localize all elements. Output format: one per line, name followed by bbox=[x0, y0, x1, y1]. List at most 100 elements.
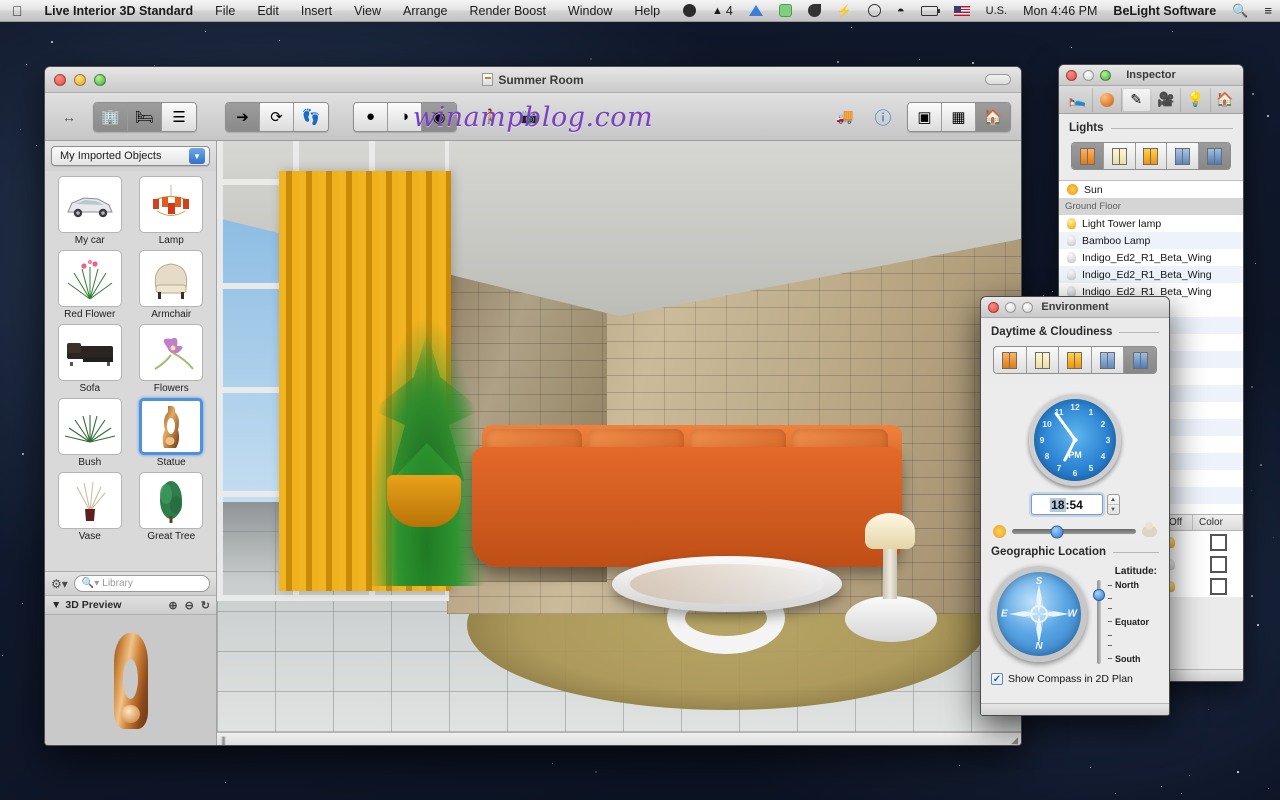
flat-sphere-icon[interactable]: ● bbox=[354, 102, 388, 131]
google-drive-icon[interactable] bbox=[741, 5, 771, 16]
time-stepper[interactable]: ▲ ▼ bbox=[1106, 494, 1120, 515]
list-outline-icon[interactable]: ☰ bbox=[162, 102, 196, 131]
inspector-preset-day[interactable] bbox=[1103, 143, 1136, 169]
cloudiness-slider-knob[interactable] bbox=[1050, 525, 1064, 538]
walking-person-icon[interactable]: 🚶 bbox=[477, 104, 505, 130]
library-item-red-flower[interactable]: Red Flower bbox=[51, 250, 129, 320]
inspector-preset-sunset[interactable] bbox=[1135, 143, 1168, 169]
stepper-up-icon[interactable]: ▲ bbox=[1107, 495, 1119, 505]
env-preset-night[interactable] bbox=[1091, 347, 1125, 373]
inspector-preset-custom-time[interactable] bbox=[1199, 143, 1230, 169]
apple-icon[interactable]:  bbox=[0, 4, 34, 18]
leaf-icon[interactable] bbox=[800, 4, 829, 17]
rotate-icon[interactable]: ↻ bbox=[201, 599, 210, 612]
color-swatch[interactable] bbox=[1209, 533, 1227, 551]
adobe-icon[interactable]: ▲ 4 bbox=[704, 4, 741, 18]
inspector-light-list[interactable]: Sun Ground Floor Light Tower lamp Bamboo… bbox=[1059, 180, 1243, 300]
menu-item-arrange[interactable]: Arrange bbox=[392, 4, 458, 18]
camera-icon[interactable]: 📷 bbox=[515, 104, 543, 130]
info-icon[interactable]: ⓘ bbox=[869, 104, 897, 130]
armchair-icon[interactable]: 🛏 bbox=[128, 102, 162, 131]
library-item-sofa[interactable]: Sofa bbox=[51, 324, 129, 394]
menu-item-help[interactable]: Help bbox=[623, 4, 671, 18]
search-icon[interactable]: 🔍 bbox=[1224, 3, 1256, 19]
tab-site[interactable]: 🏠 bbox=[1211, 88, 1240, 112]
stepper-down-icon[interactable]: ▼ bbox=[1108, 505, 1119, 514]
tab-camera[interactable]: 🎥 bbox=[1152, 87, 1181, 112]
compass-icon[interactable]: S E W N bbox=[991, 566, 1087, 662]
time-machine-icon[interactable] bbox=[860, 4, 889, 17]
library-item-my-car[interactable]: My car bbox=[51, 176, 129, 246]
cloudiness-slider[interactable] bbox=[1012, 525, 1136, 538]
viewport-bottom-bar[interactable]: ||| ◢ bbox=[217, 732, 1021, 746]
zoom-in-icon[interactable]: ⊕ bbox=[168, 599, 177, 612]
collection-popup-button[interactable]: My Imported Objects ▼ bbox=[51, 146, 210, 166]
color-swatch[interactable] bbox=[1209, 577, 1227, 595]
gear-icon[interactable]: ⚙▾ bbox=[51, 577, 68, 591]
footsteps-icon[interactable]: 👣 bbox=[294, 102, 328, 131]
list-item[interactable]: Indigo_Ed2_R1_Beta_Wing bbox=[1059, 249, 1243, 266]
building-icon[interactable]: 🏢 bbox=[94, 102, 128, 131]
library-item-great-tree[interactable]: Great Tree bbox=[133, 472, 211, 542]
tab-edit[interactable]: ✎ bbox=[1122, 87, 1152, 112]
package-icon[interactable] bbox=[771, 4, 800, 17]
cursor-icon[interactable]: ➔ bbox=[226, 102, 260, 131]
menu-app-name[interactable]: Live Interior 3D Standard bbox=[34, 4, 205, 18]
inspector-title-bar[interactable]: Inspector bbox=[1059, 65, 1243, 86]
library-item-statue[interactable]: Statue bbox=[133, 398, 211, 468]
window-resize-handle-icon[interactable]: ◢ bbox=[1011, 735, 1021, 746]
chevron-down-icon[interactable]: ▼ bbox=[189, 148, 205, 164]
environment-title-bar[interactable]: Environment bbox=[981, 297, 1169, 318]
latitude-slider[interactable] bbox=[1092, 580, 1105, 664]
tab-material[interactable] bbox=[1093, 87, 1122, 112]
list-item[interactable]: Sun bbox=[1059, 181, 1243, 198]
library-item-lamp[interactable]: Lamp bbox=[133, 176, 211, 246]
left-right-arrows-icon[interactable]: ↔ bbox=[55, 104, 83, 130]
menu-item-file[interactable]: File bbox=[204, 4, 246, 18]
time-minutes-segment[interactable]: :54 bbox=[1066, 498, 1083, 512]
zoom-out-icon[interactable]: ⊖ bbox=[185, 599, 194, 612]
analog-clock[interactable]: 12 1 2 3 4 5 6 7 8 9 10 11 PM bbox=[1029, 394, 1121, 486]
toolbar-toggle-button[interactable] bbox=[985, 74, 1011, 85]
checkbox-icon[interactable]: ✓ bbox=[991, 673, 1003, 685]
list-item[interactable]: Light Tower lamp bbox=[1059, 215, 1243, 232]
wifi-icon[interactable]: ◓ bbox=[889, 3, 913, 18]
library-item-flowers[interactable]: Flowers bbox=[133, 324, 211, 394]
menubar-clock[interactable]: Mon 4:46 PM bbox=[1015, 4, 1105, 18]
show-compass-checkbox-row[interactable]: ✓ Show Compass in 2D Plan bbox=[981, 664, 1169, 694]
window-title-bar[interactable]: Summer Room bbox=[45, 67, 1021, 93]
half-sphere-icon[interactable]: ◑ bbox=[388, 102, 422, 131]
bolt-icon[interactable]: ⚡ bbox=[829, 4, 860, 18]
preview-3d-area[interactable] bbox=[45, 615, 216, 745]
tab-light[interactable]: 💡 bbox=[1181, 87, 1211, 112]
env-preset-sunset[interactable] bbox=[1059, 347, 1092, 373]
split-view-icon[interactable]: ▦ bbox=[942, 102, 976, 131]
time-input[interactable]: 18:54 bbox=[1030, 494, 1103, 515]
shaded-sphere-icon[interactable]: ◉ bbox=[422, 102, 456, 131]
resize-grip-icon[interactable]: ||| bbox=[217, 735, 226, 745]
env-preset-sunrise[interactable] bbox=[994, 347, 1027, 373]
orbit-icon[interactable]: ⟳ bbox=[260, 102, 294, 131]
latitude-slider-knob[interactable] bbox=[1092, 589, 1105, 602]
menu-item-render-boost[interactable]: Render Boost bbox=[458, 4, 556, 18]
list-item[interactable]: Indigo_Ed2_R1_Beta_Wing bbox=[1059, 266, 1243, 283]
dropbox-icon[interactable] bbox=[675, 4, 704, 17]
menubar-user[interactable]: BeLight Software bbox=[1105, 4, 1224, 18]
env-preset-day[interactable] bbox=[1026, 347, 1060, 373]
house-3d-icon[interactable]: 🏠 bbox=[976, 102, 1010, 131]
menu-item-view[interactable]: View bbox=[343, 4, 392, 18]
render-truck-icon[interactable]: 🚚 bbox=[831, 104, 859, 130]
menu-item-edit[interactable]: Edit bbox=[246, 4, 290, 18]
library-item-armchair[interactable]: Armchair bbox=[133, 250, 211, 320]
menu-item-window[interactable]: Window bbox=[557, 4, 623, 18]
plan-view-icon[interactable]: ▣ bbox=[908, 102, 942, 131]
preview-header[interactable]: ▼ 3D Preview ⊕ ⊖ ↻ bbox=[45, 595, 216, 615]
inspector-preset-night[interactable] bbox=[1167, 143, 1200, 169]
menu-item-insert[interactable]: Insert bbox=[290, 4, 343, 18]
library-item-bush[interactable]: Bush bbox=[51, 398, 129, 468]
3d-viewport[interactable]: ||| ◢ bbox=[217, 141, 1021, 746]
inspector-preset-sunrise[interactable] bbox=[1072, 143, 1104, 169]
disclosure-triangle-icon[interactable]: ▼ bbox=[51, 599, 61, 611]
input-source-flag-icon[interactable] bbox=[946, 5, 978, 16]
list-item[interactable]: Bamboo Lamp bbox=[1059, 232, 1243, 249]
